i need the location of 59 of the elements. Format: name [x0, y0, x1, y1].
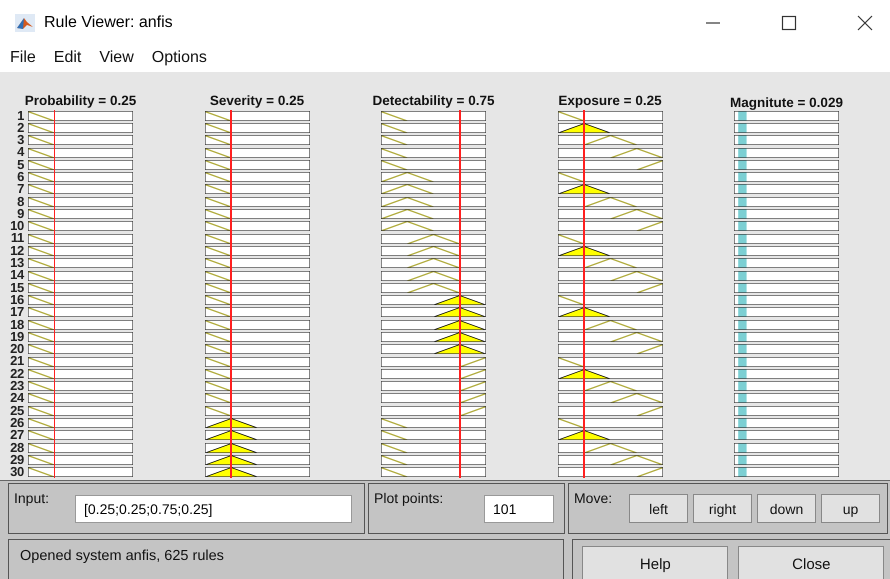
variable-title: Severity = 0.25 — [210, 92, 304, 108]
variable-title: Detectability = 0.75 — [372, 92, 494, 108]
input-line[interactable] — [459, 110, 460, 478]
move-button[interactable]: up — [821, 494, 880, 524]
rule-number: 9 — [17, 208, 24, 220]
menu-item[interactable]: File — [10, 49, 36, 68]
plot-points-label: Plot points: — [374, 490, 444, 506]
plot-points-field[interactable]: 101 — [484, 494, 554, 523]
rule-number: 11 — [10, 232, 24, 245]
rule-number: 28 — [9, 442, 24, 454]
rule-number: 14 — [9, 269, 24, 282]
rule-number: 3 — [16, 134, 24, 146]
rule-number: 2 — [16, 122, 24, 134]
move-button[interactable]: left — [629, 494, 688, 524]
input-label: Input: — [14, 490, 50, 506]
rule-number: 25 — [9, 404, 24, 417]
close-icon[interactable] — [857, 14, 873, 31]
dialog-button[interactable]: Help — [582, 546, 728, 579]
rule-number: 21 — [9, 355, 24, 368]
move-button[interactable]: right — [693, 494, 752, 524]
rule-number: 16 — [9, 294, 24, 306]
rule-number: 6 — [16, 171, 24, 184]
window-title: Rule Viewer: anfis — [44, 14, 173, 32]
rule-number: 4 — [16, 146, 24, 159]
rule-number: 24 — [9, 392, 24, 405]
rule-number: 8 — [16, 196, 24, 208]
output-title: Magnitute = 0.029 — [730, 94, 843, 110]
app-logo-icon — [15, 14, 35, 32]
dialog-button[interactable]: Close — [738, 546, 884, 579]
status-text: Opened system anfis, 625 rules — [20, 548, 224, 564]
menu-item[interactable]: Edit — [54, 49, 82, 68]
rule-number: 30 — [9, 466, 24, 478]
rule-number: 19 — [9, 330, 24, 344]
move-button[interactable]: down — [757, 494, 816, 524]
rule-number: 26 — [9, 416, 24, 430]
menu-item[interactable]: View — [99, 49, 134, 68]
input-field[interactable]: [0.25;0.25;0.75;0.25] — [75, 494, 352, 523]
rule-number: 5 — [16, 158, 24, 171]
maximize-icon[interactable] — [781, 14, 797, 31]
variable-title: Probability = 0.25 — [24, 92, 136, 108]
rule-number: 15 — [9, 282, 24, 294]
rule-number: 27 — [9, 429, 24, 442]
rule-number: 23 — [9, 380, 24, 392]
rule-number: 12 — [9, 244, 24, 258]
input-line[interactable] — [230, 110, 232, 478]
rule-number: 10 — [9, 220, 24, 232]
move-label: Move: — [574, 490, 612, 506]
variable-title: Exposure = 0.25 — [558, 92, 662, 108]
menu-item[interactable]: Options — [152, 49, 207, 68]
rule-number: 18 — [9, 318, 24, 331]
rule-number: 29 — [9, 454, 24, 466]
rule-number: 1 — [16, 110, 24, 122]
rule-number: 13 — [9, 257, 24, 270]
input-line[interactable] — [54, 110, 55, 478]
rule-number: 7 — [16, 183, 24, 196]
rule-number: 20 — [9, 343, 24, 356]
rule-number: 17 — [9, 306, 24, 319]
input-line[interactable] — [583, 110, 584, 478]
rule-number: 22 — [9, 368, 24, 380]
